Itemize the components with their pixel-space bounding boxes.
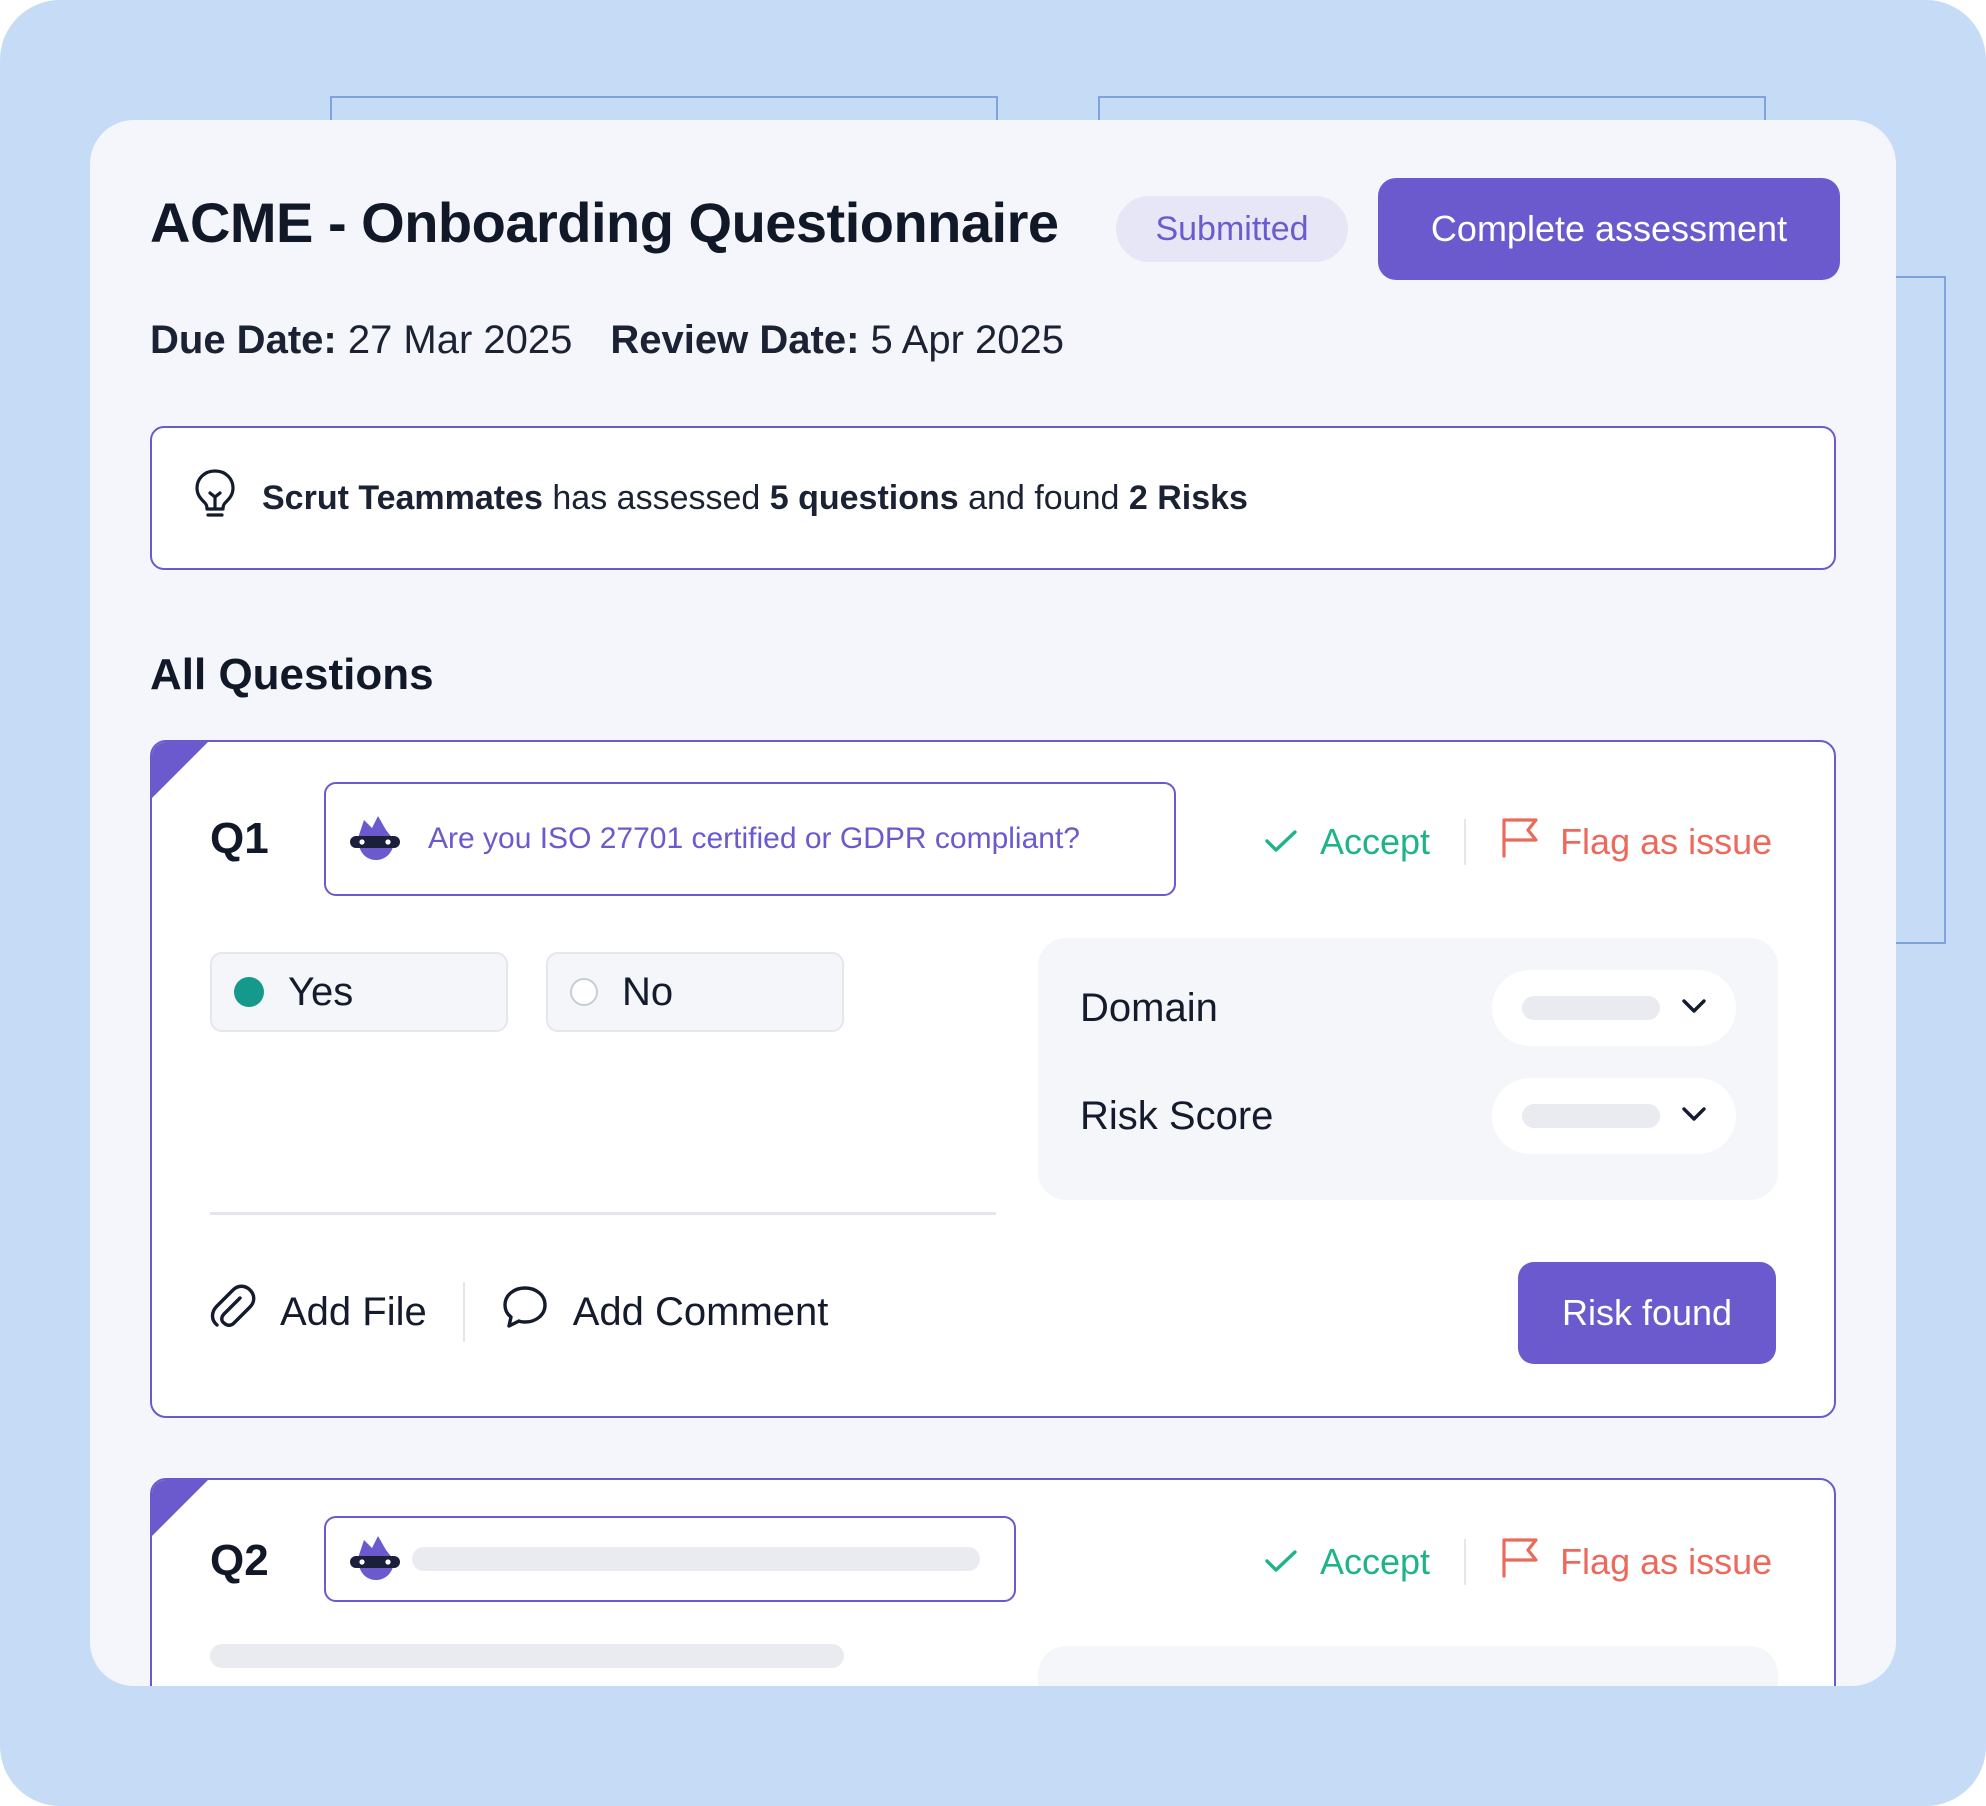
radio-selected-icon <box>234 977 264 1007</box>
summary-questions: 5 questions <box>769 478 959 517</box>
content-placeholder <box>210 1644 844 1668</box>
option-yes[interactable]: Yes <box>210 952 508 1032</box>
speech-bubble-icon <box>501 1284 549 1340</box>
question-card-q2: Q2 Accept Flag as issue <box>150 1478 1836 1686</box>
summary-text: Scrut Teammates has assessed 5 questions… <box>262 479 1248 518</box>
question-metadata-panel <box>1038 1646 1778 1686</box>
section-title: All Questions <box>150 650 434 699</box>
lightbulb-icon <box>192 467 238 530</box>
question-footer-actions: Add File Add Comment <box>210 1282 828 1342</box>
question-card-q1: Q1 Are you ISO 27701 certified or GDPR c… <box>150 740 1836 1418</box>
divider <box>1464 818 1467 865</box>
review-date: Review Date: 5 Apr 2025 <box>610 318 1064 363</box>
review-actions: Accept Flag as issue <box>1264 816 1772 867</box>
summary-actor: Scrut Teammates <box>262 478 543 517</box>
divider <box>210 1212 996 1215</box>
review-date-label: Review Date: <box>610 318 860 362</box>
page-title: ACME - Onboarding Questionnaire <box>150 191 1059 254</box>
summary-risks: 2 Risks <box>1128 478 1248 517</box>
summary-text-part: has assessed <box>552 478 761 517</box>
question-number: Q1 <box>210 814 269 863</box>
question-number: Q2 <box>210 1536 269 1585</box>
check-icon <box>1264 1541 1298 1583</box>
question-text: Are you ISO 27701 certified or GDPR comp… <box>428 822 1080 855</box>
dropdown-value-placeholder <box>1522 996 1660 1020</box>
risk-score-row: Risk Score <box>1080 1078 1736 1154</box>
questionnaire-card: ACME - Onboarding Questionnaire Submitte… <box>90 120 1896 1686</box>
radio-unselected-icon <box>570 978 598 1006</box>
dropdown-value-placeholder <box>1522 1104 1660 1128</box>
accept-label: Accept <box>1320 820 1431 862</box>
domain-label: Domain <box>1080 985 1218 1030</box>
review-date-value: 5 Apr 2025 <box>870 318 1065 362</box>
question-metadata-panel: Domain Risk Score <box>1038 938 1778 1200</box>
ai-assistant-icon <box>348 810 402 869</box>
add-file-button[interactable]: Add File <box>210 1284 427 1340</box>
paperclip-icon <box>210 1284 256 1340</box>
flag-issue-button[interactable]: Flag as issue <box>1500 816 1772 867</box>
ai-assistant-icon <box>348 1530 402 1589</box>
chevron-down-icon <box>1680 1105 1708 1128</box>
due-date: Due Date: 27 Mar 2025 <box>150 318 572 363</box>
due-date-label: Due Date: <box>150 318 337 362</box>
risk-score-label: Risk Score <box>1080 1093 1274 1138</box>
question-text-placeholder <box>412 1547 980 1571</box>
flag-label: Flag as issue <box>1560 1540 1773 1582</box>
due-date-value: 27 Mar 2025 <box>347 318 573 362</box>
summary-text-part: and found <box>968 478 1120 517</box>
date-info: Due Date: 27 Mar 2025 Review Date: 5 Apr… <box>150 318 1064 363</box>
option-label: No <box>622 969 674 1014</box>
card-corner-accent <box>152 1480 208 1536</box>
add-comment-button[interactable]: Add Comment <box>501 1284 829 1340</box>
status-badge: Submitted <box>1116 196 1348 262</box>
option-label: Yes <box>288 969 354 1014</box>
accept-button[interactable]: Accept <box>1264 1541 1430 1583</box>
review-actions: Accept Flag as issue <box>1264 1536 1772 1587</box>
question-text-box[interactable] <box>324 1516 1016 1602</box>
flag-icon <box>1500 816 1540 867</box>
divider <box>1464 1538 1467 1585</box>
add-file-label: Add File <box>280 1289 427 1334</box>
card-corner-accent <box>152 742 208 798</box>
domain-dropdown[interactable] <box>1492 970 1736 1046</box>
complete-assessment-button[interactable]: Complete assessment <box>1378 178 1840 280</box>
flag-issue-button[interactable]: Flag as issue <box>1500 1536 1772 1587</box>
chevron-down-icon <box>1680 997 1708 1020</box>
risk-score-dropdown[interactable] <box>1492 1078 1736 1154</box>
add-comment-label: Add Comment <box>572 1289 829 1334</box>
accept-label: Accept <box>1320 1540 1431 1582</box>
accept-button[interactable]: Accept <box>1264 821 1430 863</box>
flag-label: Flag as issue <box>1560 820 1773 862</box>
flag-icon <box>1500 1536 1540 1587</box>
question-text-box[interactable]: Are you ISO 27701 certified or GDPR comp… <box>324 782 1176 896</box>
domain-row: Domain <box>1080 970 1736 1046</box>
risk-found-button[interactable]: Risk found <box>1518 1262 1776 1364</box>
check-icon <box>1264 821 1298 863</box>
page-backdrop: ACME - Onboarding Questionnaire Submitte… <box>0 0 1986 1806</box>
divider <box>462 1282 465 1342</box>
option-no[interactable]: No <box>546 952 844 1032</box>
assessment-summary-banner: Scrut Teammates has assessed 5 questions… <box>150 426 1836 570</box>
